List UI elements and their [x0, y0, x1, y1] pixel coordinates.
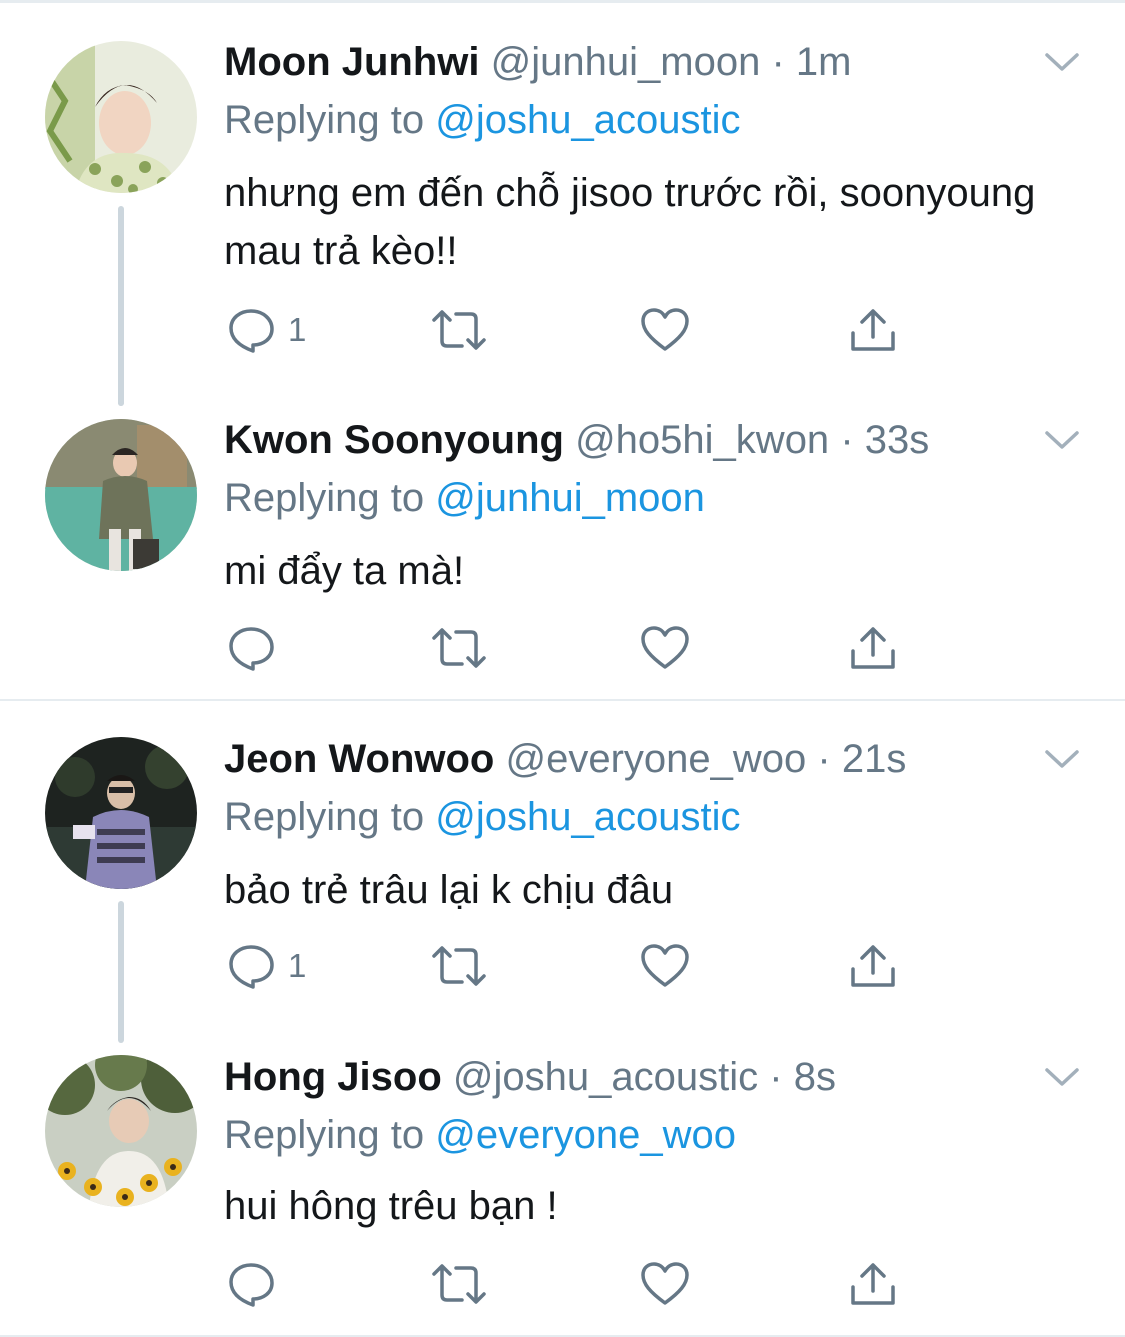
action-bar: 1 — [226, 305, 926, 355]
timestamp[interactable]: 8s — [794, 1055, 836, 1099]
tweet-header: Moon Junhwi @junhui_moon · 1m — [224, 38, 851, 86]
tweet-header: Kwon Soonyoung @ho5hi_kwon · 33s — [224, 416, 929, 464]
timestamp[interactable]: 1m — [796, 40, 852, 84]
tweet-header: Hong Jisoo @joshu_acoustic · 8s — [224, 1053, 836, 1101]
replying-to: Replying to @joshu_acoustic — [224, 96, 740, 144]
reply-button[interactable]: 1 — [226, 305, 306, 355]
separator-dot: · — [840, 418, 854, 462]
replying-to-label: Replying to — [224, 476, 425, 520]
avatar[interactable] — [45, 1055, 197, 1207]
chevron-down-icon[interactable] — [1044, 50, 1080, 74]
retweet-icon — [432, 628, 486, 668]
separator-dot: · — [817, 737, 831, 781]
retweet-button[interactable] — [430, 305, 488, 355]
retweet-button[interactable] — [430, 623, 488, 673]
like-button[interactable] — [640, 305, 690, 355]
display-name[interactable]: Kwon Soonyoung — [224, 418, 564, 462]
reply-count: 1 — [288, 947, 307, 984]
action-bar — [226, 623, 926, 673]
chevron-down-icon[interactable] — [1044, 1065, 1080, 1089]
share-button[interactable] — [848, 623, 898, 673]
chevron-down-icon[interactable] — [1044, 747, 1080, 771]
share-button[interactable] — [848, 305, 898, 355]
user-handle[interactable]: @junhui_moon — [491, 40, 761, 84]
tweet-header: Jeon Wonwoo @everyone_woo · 21s — [224, 735, 906, 783]
tweet-jeon-wonwoo[interactable]: Jeon Wonwoo @everyone_woo · 21s Replying… — [0, 701, 1125, 1043]
retweet-button[interactable] — [430, 941, 488, 991]
user-handle[interactable]: @ho5hi_kwon — [575, 418, 829, 462]
replying-to-label: Replying to — [224, 1113, 425, 1157]
heart-icon — [641, 308, 689, 351]
share-button[interactable] — [848, 941, 898, 991]
chevron-down-icon[interactable] — [1044, 428, 1080, 452]
avatar[interactable] — [45, 41, 197, 193]
tweet-text: hui hông trêu bạn ! — [224, 1184, 558, 1228]
replying-to-label: Replying to — [224, 98, 425, 142]
replying-to: Replying to @junhui_moon — [224, 474, 705, 522]
share-icon — [851, 1263, 895, 1305]
replying-to-mention[interactable]: @joshu_acoustic — [435, 98, 740, 142]
retweet-icon — [432, 1264, 486, 1304]
retweet-icon — [432, 946, 486, 986]
share-icon — [851, 945, 895, 987]
reply-icon — [229, 309, 274, 353]
heart-icon — [641, 944, 689, 987]
tweet-kwon-soonyoung[interactable]: Kwon Soonyoung @ho5hi_kwon · 33s Replyin… — [0, 386, 1125, 700]
like-button[interactable] — [640, 941, 690, 991]
replying-to-mention[interactable]: @joshu_acoustic — [435, 795, 740, 839]
avatar[interactable] — [45, 737, 197, 889]
replying-to: Replying to @everyone_woo — [224, 1111, 736, 1159]
replying-to: Replying to @joshu_acoustic — [224, 793, 740, 841]
tweet-text: mi đẩy ta mà! — [224, 549, 465, 593]
heart-icon — [641, 1262, 689, 1305]
timestamp[interactable]: 21s — [842, 737, 907, 781]
reply-button[interactable] — [226, 623, 288, 673]
user-handle[interactable]: @joshu_acoustic — [453, 1055, 758, 1099]
display-name[interactable]: Hong Jisoo — [224, 1055, 442, 1099]
share-button[interactable] — [848, 1259, 898, 1309]
action-bar — [226, 1259, 926, 1309]
timestamp[interactable]: 33s — [865, 418, 930, 462]
replying-to-mention[interactable]: @junhui_moon — [435, 476, 705, 520]
separator-dot: · — [769, 1055, 783, 1099]
replying-to-mention[interactable]: @everyone_woo — [435, 1113, 736, 1157]
like-button[interactable] — [640, 623, 690, 673]
tweet-hong-jisoo[interactable]: Hong Jisoo @joshu_acoustic · 8s Replying… — [0, 1037, 1125, 1337]
reply-button[interactable] — [226, 1259, 288, 1309]
display-name[interactable]: Moon Junhwi — [224, 40, 480, 84]
reply-count: 1 — [288, 311, 307, 348]
share-icon — [851, 627, 895, 669]
retweet-button[interactable] — [430, 1259, 488, 1309]
user-handle[interactable]: @everyone_woo — [505, 737, 806, 781]
action-bar: 1 — [226, 941, 926, 991]
like-button[interactable] — [640, 1259, 690, 1309]
reply-icon — [229, 945, 274, 989]
thread-connector — [118, 901, 124, 1043]
replying-to-label: Replying to — [224, 795, 425, 839]
separator-dot: · — [771, 40, 785, 84]
thread-connector — [118, 386, 124, 406]
share-icon — [851, 309, 895, 351]
tweet-text: nhưng em đến chỗ jisoo trước rồi, soonyo… — [224, 171, 1036, 273]
display-name[interactable]: Jeon Wonwoo — [224, 737, 494, 781]
retweet-icon — [432, 310, 486, 350]
reply-icon — [229, 627, 274, 671]
thread-connector — [118, 206, 124, 406]
heart-icon — [641, 626, 689, 669]
tweet-moon-junhwi[interactable]: Moon Junhwi @junhui_moon · 1m Replying t… — [0, 0, 1125, 406]
reply-button[interactable]: 1 — [226, 941, 306, 991]
reply-icon — [229, 1263, 274, 1307]
tweet-text: bảo trẻ trâu lại k chịu đâu — [224, 868, 674, 912]
avatar[interactable] — [45, 419, 197, 571]
